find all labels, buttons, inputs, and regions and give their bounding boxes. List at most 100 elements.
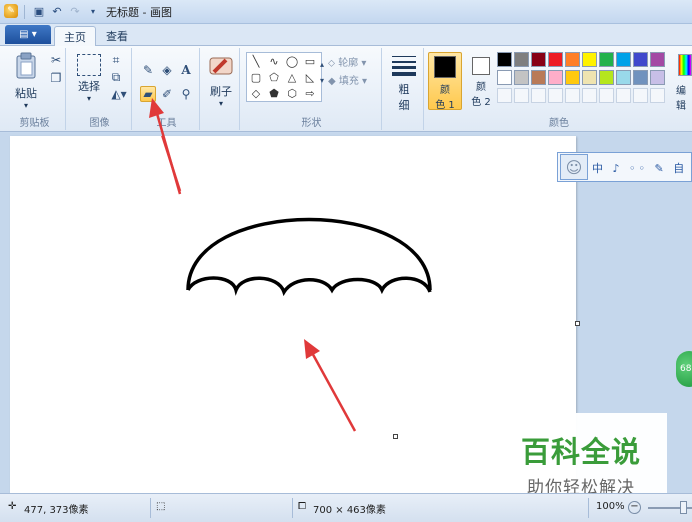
magnifier-icon[interactable]: ⚲ <box>178 86 194 102</box>
palette-swatch[interactable] <box>650 52 665 67</box>
cursor-position: 477, 373像素 <box>24 505 89 516</box>
status-bar: ✛ 477, 373像素 ⬚ ⧠ 700 × 463像素 100% − <box>0 493 692 522</box>
fill-label: 填充 <box>338 76 359 87</box>
palette-swatch[interactable] <box>582 52 597 67</box>
colors-group: 颜 色 1 颜 色 2 编辑 颜色 <box>426 48 692 130</box>
undo-icon[interactable]: ↶ <box>50 4 64 18</box>
custom-color-slot[interactable] <box>514 88 529 103</box>
oval-shape-icon[interactable]: ◯ <box>284 54 300 68</box>
tab-view[interactable]: 查看 <box>97 26 137 46</box>
line-shape-icon[interactable]: ╲ <box>248 54 264 68</box>
diamond-shape-icon[interactable]: ◇ <box>248 86 264 100</box>
arrow-eraser-line <box>161 136 182 192</box>
color1-chip <box>434 56 456 78</box>
crop-icon[interactable]: ⌗ <box>108 52 124 68</box>
palette-swatch[interactable] <box>565 52 580 67</box>
triangle-shape-icon[interactable]: △ <box>284 70 300 84</box>
tools-group-label: 工具 <box>156 118 177 129</box>
brushes-group: 刷子 ▾ <box>202 48 240 130</box>
custom-color-slot[interactable] <box>582 88 597 103</box>
pencil-icon[interactable]: ✎ <box>140 62 156 78</box>
paste-button[interactable]: 粘贴 ▾ <box>10 52 42 110</box>
brushes-button[interactable]: 刷子 ▾ <box>204 54 238 108</box>
palette-swatch[interactable] <box>565 70 580 85</box>
color2-label-2: 色 2 <box>471 97 491 108</box>
redo-icon[interactable]: ↷ <box>68 4 82 18</box>
shapes-group-label: 形状 <box>301 118 322 129</box>
edit-colors-icon[interactable] <box>678 54 692 76</box>
floating-badge[interactable]: 68 <box>676 351 692 387</box>
cut-icon[interactable]: ✂ <box>48 52 64 68</box>
shapes-gallery[interactable]: ╲ ∿ ◯ ▭ ▢ ⬠ △ ◺ ◇ ⬟ ⬡ ⇨ <box>246 52 322 102</box>
color1-label-1: 颜 <box>440 85 450 96</box>
clipboard-group-label: 剪贴板 <box>19 118 50 129</box>
palette-swatch[interactable] <box>616 70 631 85</box>
ime-avatar-icon[interactable]: ☺ <box>560 154 588 180</box>
brush-icon <box>209 57 233 75</box>
custom-color-slot[interactable] <box>616 88 631 103</box>
tab-home[interactable]: 主页 <box>54 26 96 47</box>
rotate-icon[interactable]: ◭▾ <box>108 86 130 102</box>
palette-swatch[interactable] <box>599 70 614 85</box>
palette-swatch[interactable] <box>548 70 563 85</box>
palette-swatch[interactable] <box>497 70 512 85</box>
palette-swatch[interactable] <box>497 52 512 67</box>
polygon-shape-icon[interactable]: ⬠ <box>266 70 282 84</box>
palette-swatch[interactable] <box>514 70 529 85</box>
save-icon[interactable]: ▣ <box>32 4 46 18</box>
palette-swatch[interactable] <box>633 70 648 85</box>
size-button[interactable]: 粗 细 <box>388 54 420 113</box>
palette-swatch[interactable] <box>531 52 546 67</box>
color2-button[interactable]: 颜 色 2 <box>464 52 498 110</box>
selection-size-icon: ⬚ <box>156 501 166 512</box>
paste-label: 粘贴 <box>15 87 37 100</box>
color2-chip <box>472 57 490 75</box>
arrow-shape-icon[interactable]: ⇨ <box>302 86 318 100</box>
text-tool-icon[interactable]: A <box>178 62 194 78</box>
palette-swatch[interactable] <box>548 52 563 67</box>
palette-swatch[interactable] <box>599 52 614 67</box>
brushes-dropdown-icon: ▾ <box>218 99 223 108</box>
palette-swatch[interactable] <box>582 70 597 85</box>
outline-button[interactable]: ⬦ 轮廓 ▾ <box>328 54 366 69</box>
paint-app-icon[interactable]: ✎ <box>4 4 18 18</box>
color1-button[interactable]: 颜 色 1 <box>428 52 462 111</box>
watermark-title: 百科全说 <box>520 435 641 469</box>
resize-handle-right[interactable] <box>575 321 580 326</box>
pentagon-shape-icon[interactable]: ⬟ <box>266 86 282 100</box>
resize-icon[interactable]: ⧉ <box>108 69 124 85</box>
fill-bucket-icon[interactable]: ◈ <box>159 62 175 78</box>
ime-toolbar[interactable]: ☺ 中 ♪ ◦◦ ✎ 自 ☺ <box>557 152 692 182</box>
palette-swatch[interactable] <box>650 70 665 85</box>
edit-colors-label[interactable]: 编辑 <box>676 82 692 112</box>
custom-color-slot[interactable] <box>531 88 546 103</box>
copy-icon[interactable]: ❐ <box>48 70 64 86</box>
hexagon-shape-icon[interactable]: ⬡ <box>284 86 300 100</box>
zoom-slider-thumb[interactable] <box>680 501 687 514</box>
watermark: 百科全说 助你轻松解决 <box>495 413 667 498</box>
fill-button[interactable]: ◆ 填充 ▾ <box>328 72 367 87</box>
custom-color-slot[interactable] <box>599 88 614 103</box>
custom-color-slot[interactable] <box>548 88 563 103</box>
palette-swatch[interactable] <box>514 52 529 67</box>
custom-color-slot[interactable] <box>650 88 665 103</box>
select-button[interactable]: 选择 ▾ <box>72 54 106 103</box>
rounded-rectangle-shape-icon[interactable]: ▢ <box>248 70 264 84</box>
image-group-label: 图像 <box>89 118 110 129</box>
custom-color-slot[interactable] <box>497 88 512 103</box>
palette-swatch[interactable] <box>616 52 631 67</box>
shapes-group: ╲ ∿ ◯ ▭ ▢ ⬠ △ ◺ ◇ ⬟ ⬡ ⇨ ▴ ▾ ⬦ 轮廓 ▾ ◆ 填充 … <box>242 48 382 130</box>
ime-items[interactable]: 中 ♪ ◦◦ ✎ 自 ☺ <box>592 160 692 176</box>
custom-color-slot[interactable] <box>633 88 648 103</box>
curve-shape-icon[interactable]: ∿ <box>266 54 282 68</box>
zoom-level: 100% <box>596 501 625 512</box>
paint-menu-button[interactable]: ▤ ▾ <box>5 25 51 44</box>
color-picker-icon[interactable]: ✐ <box>159 86 175 102</box>
palette-swatch[interactable] <box>633 52 648 67</box>
drawing-canvas[interactable] <box>10 136 576 493</box>
customize-toolbar-icon[interactable]: ▾ <box>86 4 100 18</box>
zoom-out-icon[interactable]: − <box>628 501 641 514</box>
custom-color-slot[interactable] <box>565 88 580 103</box>
eraser-icon[interactable]: ▰ <box>140 86 156 102</box>
palette-swatch[interactable] <box>531 70 546 85</box>
